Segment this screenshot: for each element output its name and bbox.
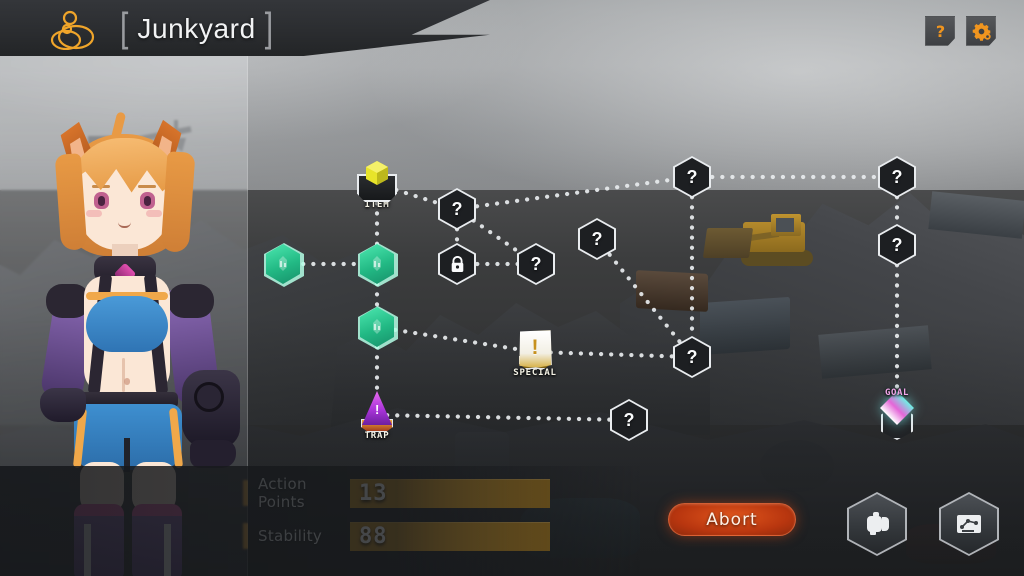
map-edge [454,174,695,212]
hex-face: ? [440,190,474,228]
hex-wrap: ? [517,243,555,285]
help-button[interactable]: ? [925,16,955,46]
backpack-icon [867,512,889,535]
hex-face: ? [612,401,646,439]
question-hex-icon: ? [891,235,903,255]
inventory-button[interactable] [847,492,907,556]
lock-hex-icon [451,255,463,272]
map-node-n-goal[interactable]: GOAL [869,388,925,440]
green-hex-icon [279,256,287,271]
question-hex-icon: ? [891,167,903,187]
question-hex-icon: ? [530,254,542,274]
hex-face [360,307,394,347]
question-hex-icon: ? [623,410,635,430]
question-hex-icon: ? [686,167,698,187]
hex-wrap [358,243,398,287]
question-hex-icon: ? [451,199,463,219]
map-node-n-green-3[interactable] [358,306,398,350]
hex-wrap [264,243,304,287]
hex-wrap: ? [578,218,616,260]
map-node-n-q-7[interactable]: ? [673,336,711,378]
map-node-n-q-4[interactable]: ? [673,156,711,198]
bracket-right: ] [264,6,274,51]
hex-face: ? [880,158,914,196]
hex-face: ? [675,158,709,196]
hex-wrap: ? [878,156,916,198]
route-map-icon [957,515,981,533]
hex-wrap: ? [878,224,916,266]
hex-face: ? [880,226,914,264]
map-node-n-item[interactable]: ITEM [349,158,405,210]
special-card-icon: ! [519,330,552,368]
map-node-n-special[interactable]: ! SPECIAL [507,326,563,378]
question-hex-icon: ? [591,229,603,249]
bracket-left: [ [120,6,129,51]
exclamation-glyph: ! [375,402,380,417]
map-node-n-lock[interactable] [438,243,476,285]
hex-face [440,245,474,283]
map-node-n-q-3[interactable]: ? [578,218,616,260]
item-cube-icon [366,161,388,185]
green-hex-icon [373,319,381,334]
stage-title-group: [ Junkyard ] [120,8,273,50]
question-mark-icon: ? [935,22,944,41]
card-art [349,158,405,204]
page-title: Junkyard [137,13,256,44]
hex-wrap: ? [673,156,711,198]
bottom-hud-panel [0,466,640,576]
question-hex-icon: ? [686,347,698,367]
card-art: GOAL [869,388,925,440]
goal-label: GOAL [884,388,910,398]
hex-face: ? [675,338,709,376]
hex-face: ? [580,220,614,258]
hex-wrap [438,243,476,285]
green-hex-icon [373,256,381,271]
hex-face [360,244,394,284]
settings-button[interactable] [966,16,996,46]
hex-wrap [358,306,398,350]
hex-wrap: ? [673,336,711,378]
hex-face: ? [519,245,553,283]
gear-icon [972,22,991,41]
map-node-n-trap[interactable]: ! TRAP [349,389,405,441]
junkyard-emblem-icon [46,10,98,50]
exclamation-glyph: ! [531,336,539,359]
svg-text:?: ? [935,22,944,41]
hex-wrap: ? [610,399,648,441]
map-node-n-q-2[interactable]: ? [517,243,555,285]
hex-face [266,244,300,284]
card-art: ! [349,389,405,435]
map-node-n-q-8[interactable]: ? [610,399,648,441]
abort-button[interactable]: Abort [668,503,796,536]
map-node-n-green-2[interactable] [358,243,398,287]
map-node-n-q-1[interactable]: ? [438,188,476,230]
card-art: ! [507,326,563,372]
map-node-n-green-1[interactable] [264,243,304,287]
map-button[interactable] [939,492,999,556]
map-node-n-q-6[interactable]: ? [878,224,916,266]
map-node-n-q-5[interactable]: ? [878,156,916,198]
map-edge [374,412,632,423]
hex-wrap: ? [438,188,476,230]
